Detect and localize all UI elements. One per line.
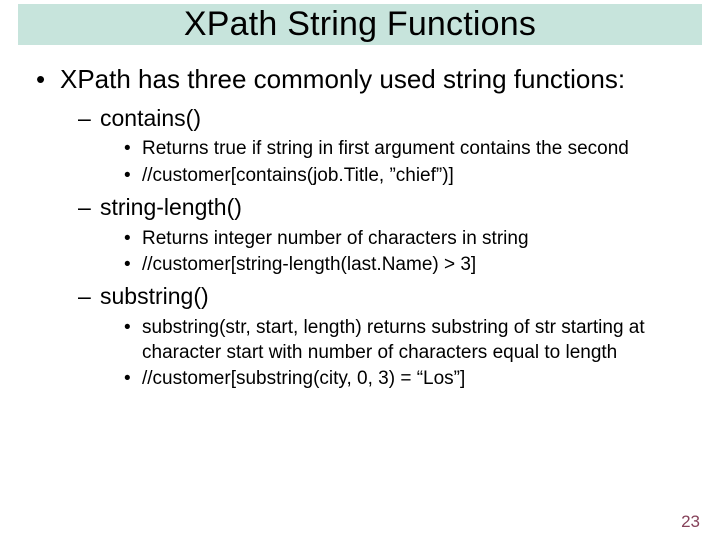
detail-item: //customer[string-length(last.Name) > 3] [124,253,692,278]
func-contains: contains() Returns true if string in fir… [78,104,692,189]
bullet-main-text: XPath has three commonly used string fun… [60,64,625,94]
func-name: substring() [100,283,209,309]
slide: XPath String Functions XPath has three c… [0,4,720,540]
detail-item: //customer[substring(city, 0, 3) = “Los”… [124,367,692,392]
slide-number: 23 [681,512,700,532]
detail-item: Returns integer number of characters in … [124,227,692,252]
bullet-main: XPath has three commonly used string fun… [36,63,692,392]
func-name: contains() [100,105,201,131]
func-string-length: string-length() Returns integer number o… [78,193,692,278]
slide-title: XPath String Functions [18,5,702,44]
title-bar: XPath String Functions [18,4,702,45]
detail-item: substring(str, start, length) returns su… [124,316,692,365]
detail-item: //customer[contains(job.Title, ”chief”)] [124,164,692,189]
func-substring: substring() substring(str, start, length… [78,282,692,392]
func-name: string-length() [100,194,242,220]
detail-item: Returns true if string in first argument… [124,137,692,162]
